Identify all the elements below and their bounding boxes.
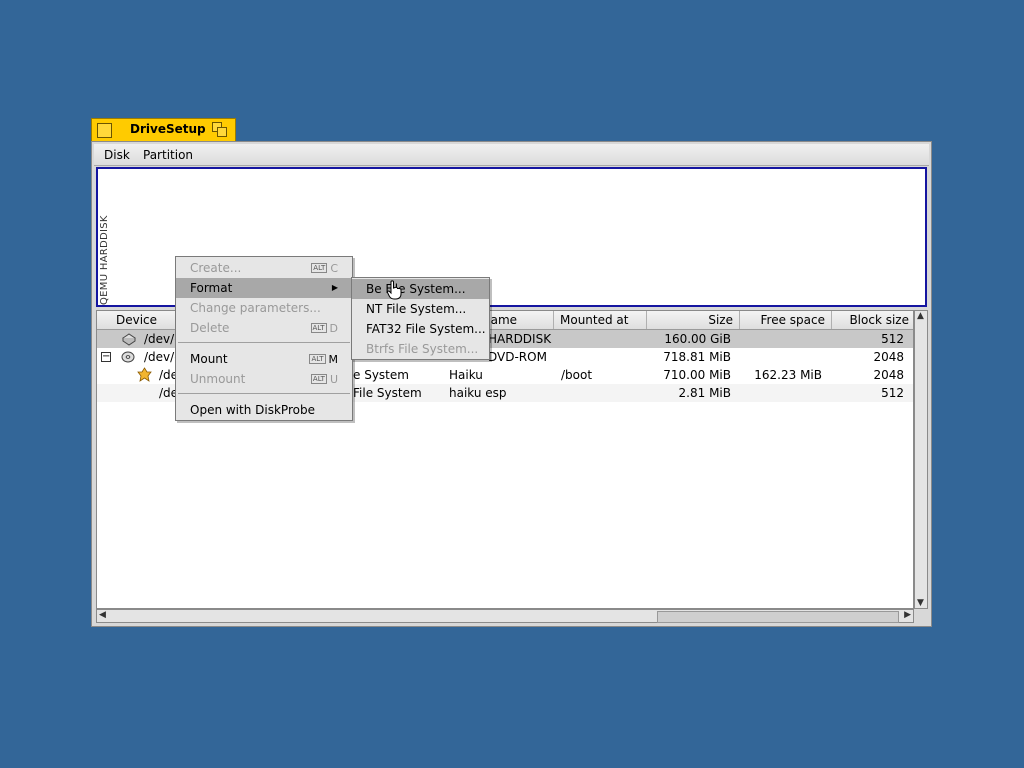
- cell-filesystem: e System: [353, 368, 409, 382]
- menu-item-btrfs-file-system[interactable]: Btrfs File System...: [352, 339, 489, 359]
- hand-cursor-icon: [386, 280, 402, 300]
- disk-label: QEMU HARDDISK: [99, 215, 110, 305]
- scroll-up-icon[interactable]: ▲: [917, 311, 924, 321]
- column-mounted-at[interactable]: Mounted at: [554, 311, 647, 329]
- cell-size: 718.81 MiB: [663, 350, 731, 364]
- cell-volume: DVD-ROM: [488, 350, 547, 364]
- collapse-icon[interactable]: −: [101, 352, 111, 362]
- menu-disk[interactable]: Disk: [104, 148, 130, 162]
- cell-block: 512: [881, 332, 904, 346]
- menu-item-be-file-system[interactable]: Be File System...: [352, 279, 489, 299]
- vertical-scrollbar[interactable]: ▲ ▼: [914, 310, 928, 609]
- menu-item-delete[interactable]: Delete ALT D: [176, 318, 352, 338]
- cell-free: 162.23 MiB: [754, 368, 822, 382]
- context-menu: Create... ALT C Format ▶ Change parameter…: [175, 256, 353, 421]
- scroll-down-icon[interactable]: ▼: [917, 598, 924, 608]
- column-size[interactable]: Size: [647, 311, 740, 329]
- close-box[interactable]: [97, 123, 112, 138]
- window-tab[interactable]: DriveSetup: [91, 118, 236, 141]
- scroll-thumb[interactable]: [657, 611, 899, 623]
- cell-size: 2.81 MiB: [678, 386, 731, 400]
- menu-item-change-parameters[interactable]: Change parameters...: [176, 298, 352, 318]
- zoom-box[interactable]: [212, 122, 227, 137]
- menu-item-mount[interactable]: Mount ALT M: [176, 349, 352, 369]
- cell-block: 2048: [873, 350, 904, 364]
- menu-item-nt-file-system[interactable]: NT File System...: [352, 299, 489, 319]
- cell-block: 2048: [873, 368, 904, 382]
- menu-separator: [178, 342, 350, 343]
- menu-item-create[interactable]: Create... ALT C: [176, 258, 352, 278]
- cell-volume: HARDDISK: [488, 332, 552, 346]
- menu-partition[interactable]: Partition: [143, 148, 193, 162]
- haiku-leaf-icon: [137, 367, 152, 382]
- column-free-space[interactable]: Free space: [740, 311, 832, 329]
- cell-filesystem: File System: [353, 386, 422, 400]
- horizontal-scrollbar[interactable]: ◀ ▶: [96, 609, 914, 623]
- menu-item-fat32-file-system[interactable]: FAT32 File System...: [352, 319, 489, 339]
- scroll-right-icon[interactable]: ▶: [904, 610, 911, 620]
- menu-bar: Disk Partition: [94, 144, 929, 166]
- window-title: DriveSetup: [130, 122, 206, 136]
- menu-separator: [178, 393, 350, 394]
- column-block-size[interactable]: Block size: [832, 311, 913, 329]
- format-submenu: Be File System... NT File System... FAT3…: [351, 277, 490, 360]
- menu-item-format[interactable]: Format ▶: [176, 278, 352, 298]
- menu-item-unmount[interactable]: Unmount ALT U: [176, 369, 352, 389]
- cell-size: 160.00 GiB: [664, 332, 731, 346]
- cdrom-icon: [121, 351, 135, 363]
- cell-block: 512: [881, 386, 904, 400]
- cell-size: 710.00 MiB: [663, 368, 731, 382]
- cell-mounted: /boot: [561, 368, 593, 382]
- harddisk-icon: [122, 333, 136, 346]
- scroll-left-icon[interactable]: ◀: [99, 610, 106, 620]
- menu-item-open-diskprobe[interactable]: Open with DiskProbe: [176, 400, 352, 420]
- cell-volume: haiku esp: [449, 386, 507, 400]
- submenu-arrow-icon: ▶: [331, 283, 338, 292]
- cell-volume: Haiku: [449, 368, 483, 382]
